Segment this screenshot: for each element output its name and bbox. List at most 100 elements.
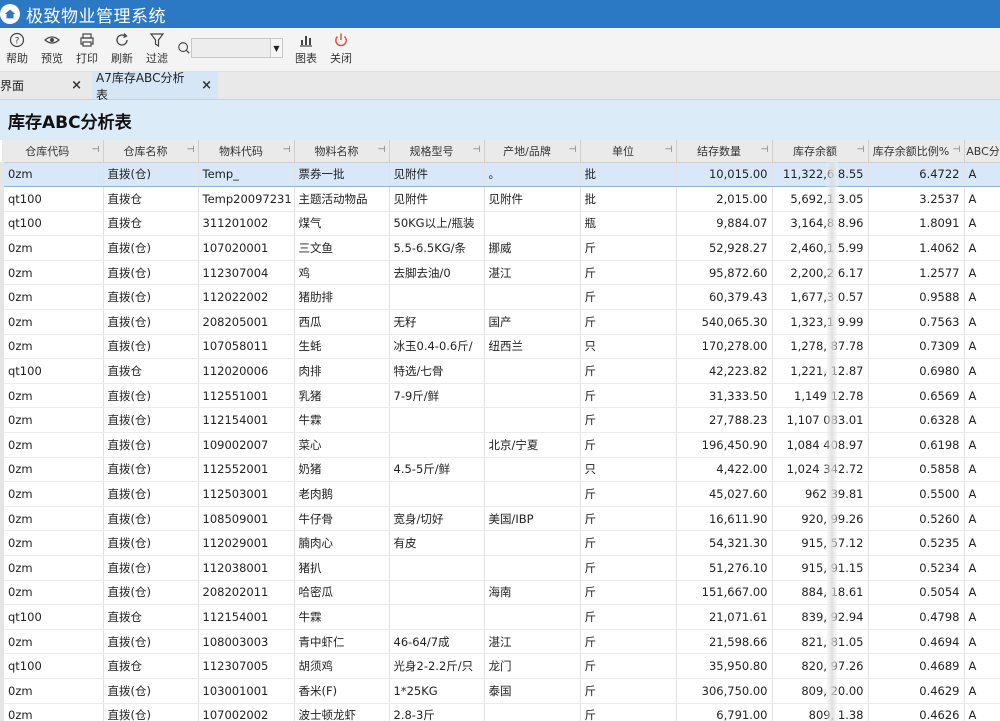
table-cell: 962 39.81 [772,481,869,507]
column-header[interactable]: 库存余额 ⊣ [772,140,869,163]
table-cell: qt100 [0,186,104,212]
table-row[interactable]: qt100 直拨仓 Temp20097231 主题活动物品 见附件 见附件批 2,015.0… [0,186,1000,212]
table-row[interactable]: 0zm 直拨(仓) 112503001 老肉鹅 斤 45,027.60 962 39.81 0… [0,481,1000,507]
table-row[interactable]: 0zm 直拨(仓) 107058011 生蚝 冰玉0.4-0.6斤/纽西兰只 170,27… [0,334,1000,360]
table-row[interactable]: 0zm 直拨(仓) 108509001 牛仔骨 宽身/切好 美国/IBP 斤 16,611.9… [0,506,1000,532]
column-header[interactable]: ABC分 [964,140,1000,163]
table-cell: 2,015.00 [676,186,773,212]
column-header-label: 仓库代码 [25,144,70,158]
tab-abc-analysis[interactable]: A7库存ABC分析表 × [92,71,218,102]
table-row[interactable]: qt100 直拨仓 112307005 胡须鸡 光身2-2.2斤/只 龙门斤 35,950.… [0,653,1000,679]
table-row[interactable]: 0zm 直拨(仓) 112038001 猪扒 斤 51,276.10 915, 91.15 0… [0,555,1000,581]
column-header[interactable]: 库存余额比例% ⊣ [868,140,965,163]
table-cell [484,481,581,507]
close-icon[interactable]: × [71,78,82,93]
table-cell: 112029001 [198,530,295,556]
column-header[interactable]: 结存数量 ⊣ [676,140,773,163]
column-header-label: ABC分 [966,144,1000,158]
table-row[interactable]: 0zm 直拨(仓) 112154001 牛霖 斤 27,788.23 1,107 083.0… [0,407,1000,434]
column-header-label: 物料代码 [219,144,263,158]
column-header[interactable]: 单位 ⊣ [580,140,677,163]
page-title: 库存ABC分析表 [8,112,132,133]
column-pin-icon[interactable]: ⊣ [953,145,961,155]
column-header[interactable]: 仓库名称 ⊣ [103,140,199,163]
preview-button[interactable]: 预览 [35,32,69,66]
table-cell: 0.4689 [868,653,965,679]
column-pin-icon[interactable]: ⊣ [569,145,577,155]
table-cell: 112503001 [198,481,295,507]
table-row[interactable]: 0zm 直拨(仓) 107002002 波士顿龙虾 2.8-3斤 斤 6,791.00 809… [0,703,1000,721]
table-cell: 乳猪 [294,383,390,409]
column-header[interactable]: 规格型号 ⊣ [389,140,485,163]
column-pin-icon[interactable]: ⊣ [473,145,481,155]
table-row[interactable]: qt100 直拨仓 311201002 煤气 50KG以上/瓶装 瓶 9,884.07 3,1… [0,211,1000,237]
table-cell [484,555,581,581]
column-pin-icon[interactable]: ⊣ [187,145,195,155]
table-row[interactable]: 0zm 直拨(仓) 112307004 鸡去脚去油/0 湛江斤 95,872.60 2,20… [0,260,1000,286]
filter-button[interactable]: 过滤 [140,32,174,66]
column-header[interactable]: 产地/品牌 ⊣ [484,140,581,163]
chart-button[interactable]: 图表 [289,32,323,66]
abc-table: 仓库代码 ⊣ 仓库名称 ⊣ 物料代码 ⊣ 物料名称 ⊣ 规格型号 ⊣ 产地/品牌 ⊣ 单位 ⊣ 结存数量 ⊣ 库… [0,140,1000,721]
table-cell: 波士顿龙虾 [294,703,390,721]
table-cell: 0zm [0,309,104,335]
column-pin-icon[interactable]: ⊣ [92,145,100,155]
toolbar: ? 帮助 预览 打印 刷新 过滤 ▼ 图表 关闭 [0,28,1000,72]
print-button[interactable]: 打印 [70,32,104,66]
table-row[interactable]: qt100 直拨仓 112020006 肉排 特选/七骨 斤 42,223.82 1,221,… [0,358,1000,384]
table-cell: 1.2577 [868,260,965,286]
help-button[interactable]: ? 帮助 [0,32,34,66]
table-cell: A [964,383,1000,409]
table-cell: 95,872.60 [676,260,773,286]
table-row[interactable]: 0zm 直拨(仓) 208202011 哈密瓜 海南斤 151,667.00 884, 18… [0,580,1000,606]
table-cell: 0.5500 [868,481,965,507]
table-row[interactable]: 0zm 直拨(仓) 109002007 菜心 北京/宁夏斤 196,450.90 1,084… [0,432,1000,458]
table-cell: 奶猪 [294,457,390,483]
table-cell: 0.6328 [868,407,965,434]
table-cell: 湛江 [484,260,581,286]
column-header[interactable]: 仓库代码 ⊣ [2,140,104,163]
table-cell: 0zm [0,161,104,188]
refresh-button[interactable]: 刷新 [105,32,139,66]
column-pin-icon[interactable]: ⊣ [761,145,769,155]
column-header[interactable]: 物料代码 ⊣ [198,140,295,163]
table-cell [484,211,581,237]
search-input[interactable] [191,38,271,58]
column-pin-icon[interactable]: ⊣ [857,145,865,155]
table-cell [484,604,581,630]
table-row[interactable]: 0zm 直拨(仓) 112022002 猪肋排 斤 60,379.43 1,677,3 0.… [0,284,1000,311]
column-header-label: 单位 [612,144,634,158]
table-cell: 3,164,8 8.96 [772,211,869,237]
close-button[interactable]: 关闭 [324,32,358,66]
column-pin-icon[interactable]: ⊣ [665,145,673,155]
table-row[interactable]: 0zm 直拨(仓) 107020001 三文鱼 5.5-6.5KG/条 挪威斤 52,928… [0,235,1000,261]
table-cell: 1,221, 12.87 [772,358,869,384]
column-header-label: 库存余额 [793,144,837,158]
table-cell: qt100 [0,211,104,237]
table-cell: 1,323,1 9.99 [772,309,869,335]
table-row[interactable]: 0zm 直拨(仓) Temp_ 票券一批 见附件。批 10,015.00 11,322,6 … [0,161,1000,188]
table-cell: 只 [580,457,677,483]
table-cell: 103001001 [198,678,295,704]
table-row[interactable]: 0zm 直拨(仓) 108003003 青中虾仁 46-64/7成 湛江斤 21,598.6… [0,629,1000,655]
table-row[interactable]: 0zm 直拨(仓) 112551001 乳猪 7-9斤/鲜 斤 31,333.50 1,149… [0,383,1000,409]
close-icon[interactable]: × [201,78,212,93]
table-cell: 老肉鹅 [294,481,390,507]
table-cell: 直拨仓 [103,186,199,212]
table-row[interactable]: 0zm 直拨(仓) 103001001 香米(F) 1*25KG 泰国斤 306,750.0… [0,678,1000,704]
column-header-label: 规格型号 [409,144,454,158]
table-cell: 香米(F) [294,678,390,704]
table-cell: 直拨(仓) [103,432,199,458]
column-pin-icon[interactable]: ⊣ [378,145,386,155]
table-row[interactable]: 0zm 直拨(仓) 112552001 奶猪 4.5-5斤/鲜 只 4,422.00 1,02… [0,457,1000,483]
table-row[interactable]: qt100 直拨仓 112154001 牛霖 斤 21,071.61 839, 92.94 0… [0,604,1000,630]
table-cell: 见附件 [389,186,485,212]
table-cell: 票券一批 [294,161,390,188]
column-pin-icon[interactable]: ⊣ [283,145,291,155]
search-dropdown-button[interactable]: ▼ [271,38,283,58]
table-row[interactable]: 0zm 直拨(仓) 112029001 腩肉心 有皮 斤 54,321.30 915, 57.… [0,530,1000,556]
tab-main[interactable]: 主界面 × [0,72,92,99]
table-row[interactable]: 0zm 直拨(仓) 208205001 西瓜 无籽 国产斤 540,065.30 1,323,… [0,309,1000,335]
column-header[interactable]: 物料名称 ⊣ [294,140,390,163]
table-cell: 915, 57.12 [772,530,869,556]
